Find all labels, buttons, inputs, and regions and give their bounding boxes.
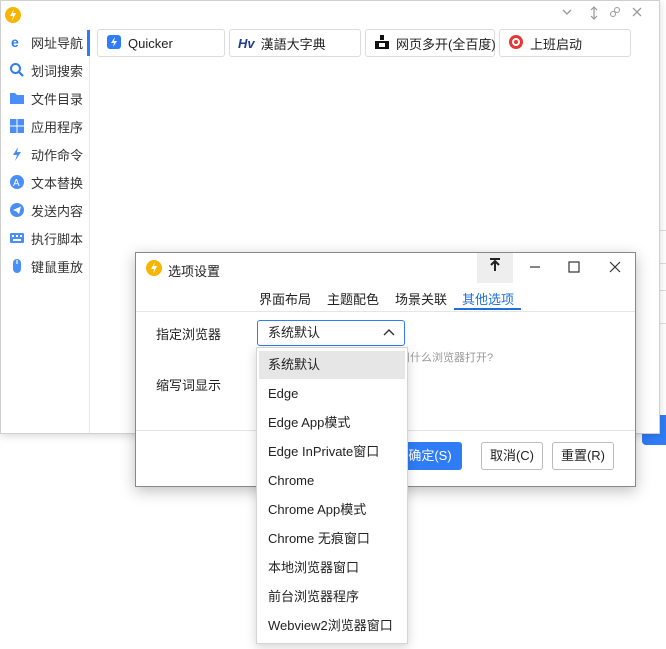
pin-top-icon[interactable] (477, 253, 513, 283)
mouse-icon (9, 258, 25, 274)
folder-icon (9, 90, 25, 106)
action-quicker[interactable]: Quicker (97, 29, 225, 57)
close-icon[interactable] (629, 6, 645, 22)
cancel-button[interactable]: 取消(C) (481, 442, 543, 470)
dropdown-option[interactable]: Edge App模式 (259, 409, 405, 437)
sidebar-item-text-replace[interactable]: A 文本替换 (9, 170, 89, 194)
tab-label: 漢語大字典 (260, 36, 326, 52)
browser-select-value: 系统默认 (268, 325, 321, 340)
windows-icon (9, 118, 25, 134)
sidebar-item-send-content[interactable]: 发送内容 (9, 198, 89, 222)
action-work-start[interactable]: 上班启动 (499, 29, 631, 57)
resize-vertical-icon[interactable] (586, 6, 602, 22)
close-button[interactable] (597, 253, 633, 283)
quicker-icon (106, 34, 122, 53)
tab-layout[interactable]: 界面布局 (259, 289, 311, 308)
tab-theme[interactable]: 主题配色 (327, 289, 379, 308)
browser-dropdown-list: 系统默认 Edge Edge App模式 Edge InPrivate窗口 Ch… (256, 347, 408, 644)
sidebar-item-web-nav[interactable]: e 网址导航 (9, 30, 89, 54)
active-tab-underline (454, 308, 521, 310)
dialog-tabs: 界面布局 主题配色 场景关联 其他选项 (136, 283, 635, 312)
tab-label: Quicker (128, 35, 173, 51)
dropdown-option[interactable]: Edge InPrivate窗口 (259, 438, 405, 466)
baidu-icon (374, 34, 390, 53)
sidebar-active-indicator (87, 30, 90, 56)
dropdown-option[interactable]: 前台浏览器程序 (259, 583, 405, 611)
replace-icon: A (9, 174, 25, 190)
sidebar-item-file-dir[interactable]: 文件目录 (9, 86, 89, 110)
action-hanyu-dictionary[interactable]: Hv 漢語大字典 (229, 29, 361, 57)
svg-text:A: A (13, 178, 20, 189)
browser-select[interactable]: 系统默认 (257, 320, 405, 346)
lightning-icon (9, 146, 25, 162)
sidebar-item-key-mouse-replay[interactable]: 键鼠重放 (9, 254, 89, 278)
link-icon[interactable] (607, 6, 623, 22)
tab-other-options[interactable]: 其他选项 (462, 289, 514, 308)
search-icon (9, 62, 25, 78)
tab-scene[interactable]: 场景关联 (395, 289, 447, 308)
dropdown-option[interactable]: 系统默认 (259, 351, 405, 379)
dialog-title: 选项设置 (168, 264, 221, 279)
dropdown-option[interactable]: Chrome 无痕窗口 (259, 525, 405, 553)
telegram-icon (9, 202, 25, 218)
sidebar-item-actions[interactable]: 动作命令 (9, 142, 89, 166)
dropdown-option[interactable]: Chrome (259, 467, 405, 495)
title-bar (1, 1, 659, 29)
svg-text:e: e (11, 34, 19, 50)
dropdown-option[interactable]: 本地浏览器窗口 (259, 554, 405, 582)
dropdown-option[interactable]: Webview2浏览器窗口 (259, 612, 405, 640)
dropdown-option[interactable]: Edge (259, 380, 405, 408)
minimize-button[interactable] (517, 253, 553, 283)
sidebar: e 网址导航 划词搜索 文件目录 应用程序 动作命令 A 文本替换 发送内容 执… (1, 29, 90, 433)
action-multi-web[interactable]: 网页多开(全百度) (365, 29, 496, 57)
ie-icon: e (9, 34, 25, 50)
dropdown-option[interactable]: Chrome App模式 (259, 496, 405, 524)
keyboard-icon (9, 230, 25, 246)
hv-icon: Hv (238, 35, 255, 51)
browser-label: 指定浏览器 (156, 327, 222, 342)
maximize-button[interactable] (556, 253, 592, 283)
quicker-logo-icon (146, 260, 162, 276)
red-badge-icon (508, 34, 524, 53)
chevron-up-icon (382, 323, 396, 347)
chevron-down-icon[interactable] (559, 6, 575, 22)
browser-hint: 用什么浏览器打开? (399, 352, 494, 364)
tab-label: 上班启动 (530, 36, 583, 52)
abbrev-label: 缩写词显示 (156, 378, 222, 393)
tab-label: 网页多开(全百度) (396, 36, 496, 52)
sidebar-item-run-script[interactable]: 执行脚本 (9, 226, 89, 250)
sidebar-item-word-search[interactable]: 划词搜索 (9, 58, 89, 82)
reset-button[interactable]: 重置(R) (552, 442, 614, 470)
sidebar-item-apps[interactable]: 应用程序 (9, 114, 89, 138)
quicker-logo-icon (5, 7, 21, 23)
